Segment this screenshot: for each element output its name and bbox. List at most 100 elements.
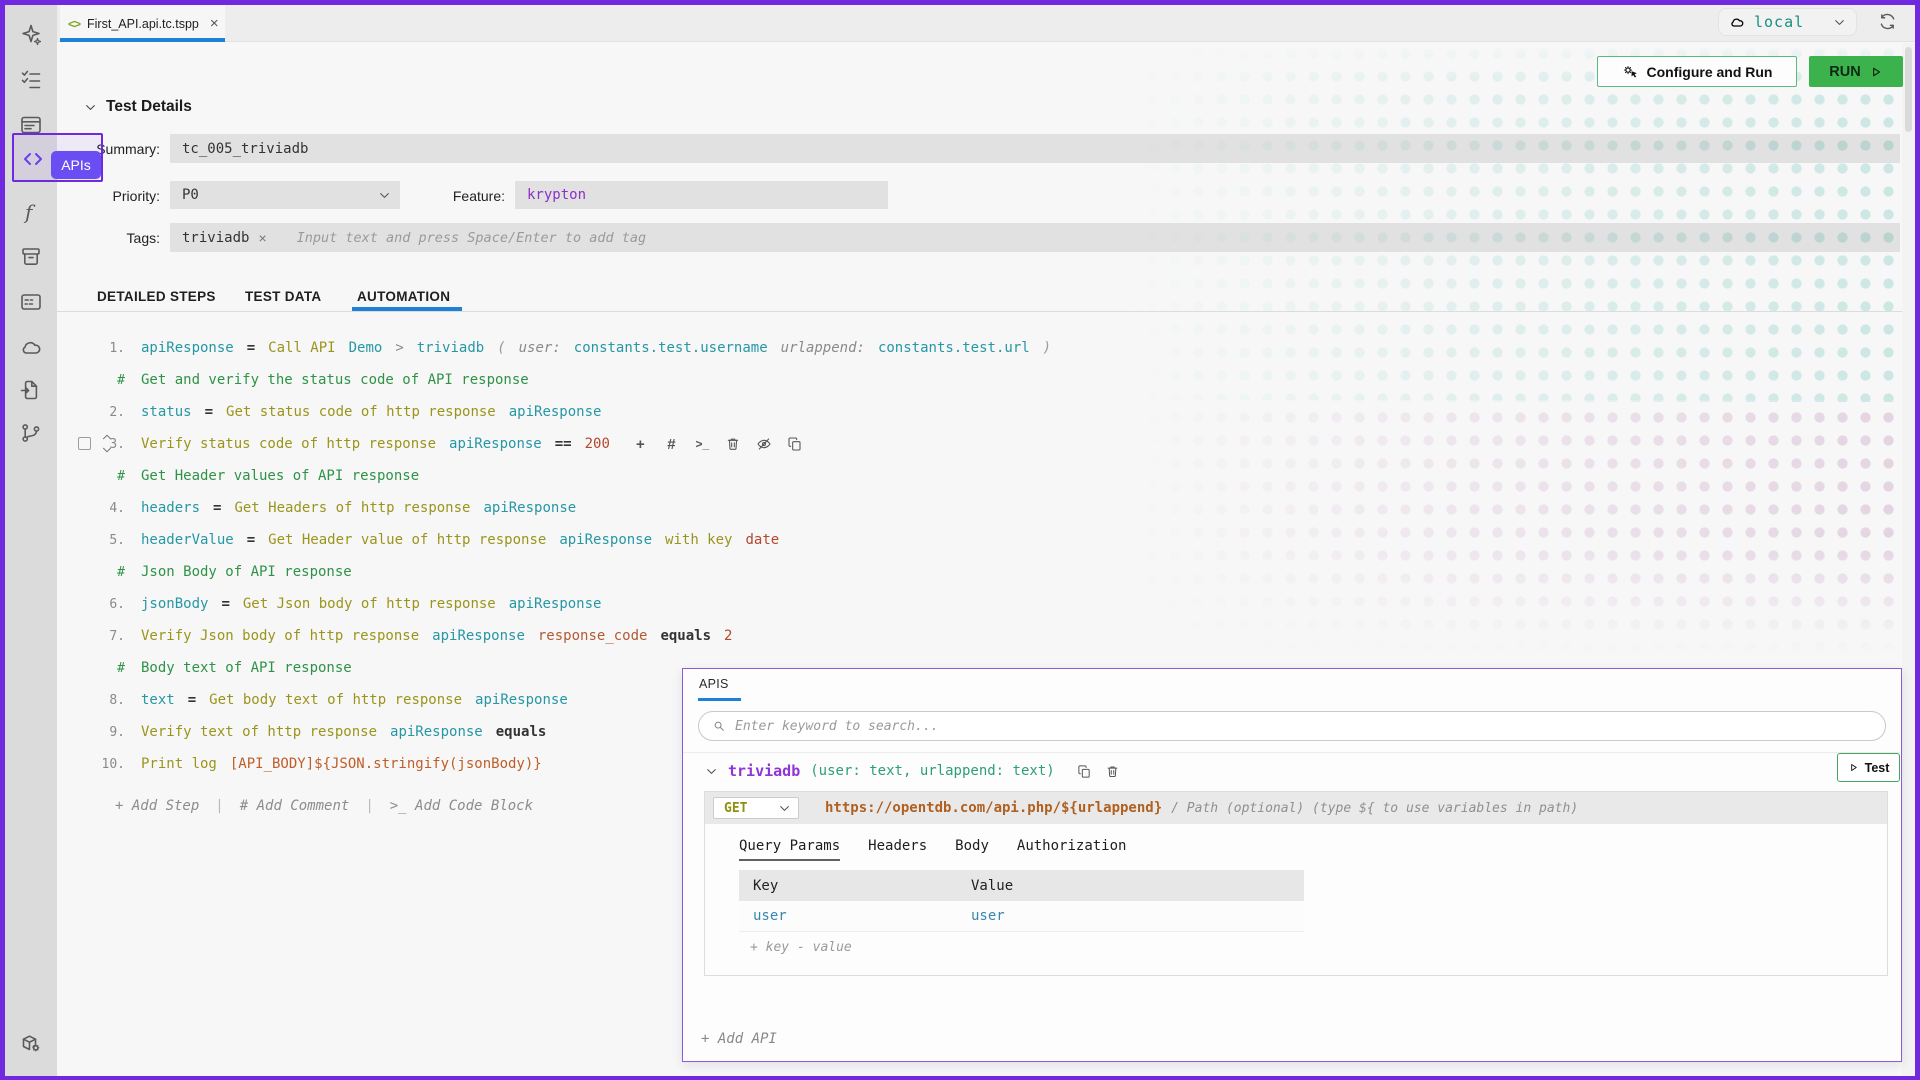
table-row[interactable]: user user [739, 901, 1304, 932]
code-token: Get status code of http response [226, 404, 496, 420]
code-token: Print log [141, 756, 217, 772]
checklist-icon[interactable] [19, 68, 43, 92]
chevron-down-icon [378, 189, 391, 202]
code-token: date [745, 532, 780, 548]
eye-off-icon[interactable] [756, 436, 773, 453]
apis-sidebar-highlight: APIs [12, 133, 103, 182]
function-icon[interactable]: f [19, 200, 43, 224]
tab-close-icon[interactable]: × [210, 16, 219, 31]
priority-label: Priority: [112, 188, 160, 204]
code-token: headers [141, 500, 201, 516]
code-token: apiResponse [141, 340, 234, 356]
step-row[interactable]: 5. headerValue = Get Header value of http r… [5, 524, 1900, 556]
summary-input[interactable]: tc_005_triviadb [170, 134, 1900, 163]
code-token: = [204, 404, 214, 420]
comment-row[interactable]: # Get Header values of API response [5, 460, 1900, 492]
plus-icon[interactable]: + [632, 436, 649, 453]
add-api-button[interactable]: + Add API [701, 1031, 777, 1047]
window-frame [1915, 0, 1920, 1080]
run-button[interactable]: RUN [1809, 56, 1903, 87]
tab-headers[interactable]: Headers [868, 838, 927, 861]
code-token: apiResponse [483, 500, 577, 516]
api-name: triviadb [728, 762, 801, 780]
add-key-value-button[interactable]: + key - value [750, 940, 852, 955]
api-search-input[interactable]: Enter keyword to search... [698, 711, 1886, 741]
terminal-icon[interactable]: >_ [694, 436, 711, 453]
step-row[interactable]: 1. apiResponse = Call API Demo > triviadb(user… [5, 332, 1900, 364]
code-token: Get Headers of http response [234, 500, 471, 516]
apis-panel-tab[interactable]: APIS [699, 677, 729, 691]
vertical-scrollbar[interactable] [1902, 43, 1915, 1076]
package-settings-icon[interactable] [19, 1031, 43, 1055]
configure-and-run-button[interactable]: Configure and Run [1597, 56, 1797, 87]
api-test-button[interactable]: Test [1837, 753, 1900, 782]
tab-detailed-steps[interactable]: DETAILED STEPS [97, 289, 216, 304]
tab-automation[interactable]: AUTOMATION [357, 289, 450, 304]
chevron-down-icon[interactable] [705, 765, 718, 778]
code-icon[interactable] [21, 147, 45, 171]
copy-icon[interactable] [1077, 764, 1092, 779]
configure-gear-icon [1622, 63, 1639, 80]
sparkle-icon[interactable] [19, 23, 43, 47]
api-url-value[interactable]: https://opentdb.com/api.php/${urlappend} [825, 800, 1162, 816]
tab-first-api-file[interactable]: <> First_API.api.tc.tspp × [60, 5, 225, 42]
priority-select[interactable]: P0 [170, 181, 400, 209]
step-checkbox[interactable] [78, 437, 91, 450]
code-token: constants.test.url [877, 340, 1030, 356]
api-item-header[interactable]: triviadb (user: text, urlappend: text) [705, 757, 1120, 785]
tag-chip: triviadb [182, 229, 250, 246]
tab-query-params[interactable]: Query Params [739, 838, 841, 861]
step-row[interactable]: 4. headers = Get Headers of http response ap… [5, 492, 1900, 524]
trash-icon[interactable] [725, 436, 742, 453]
code-token: Verify Json body of http response [141, 628, 420, 644]
reorder-chevrons[interactable] [101, 431, 113, 456]
app-window: f <> First_API.api.tc.tspp × local Confi… [0, 0, 1920, 1080]
api-url-bar: GET https://opentdb.com/api.php/${urlapp… [705, 792, 1887, 824]
comment-row[interactable]: # Json Body of API response [5, 556, 1900, 588]
code-token: apiResponse [390, 724, 483, 740]
step-row[interactable]: 6. jsonBody = Get Json body of http respons… [5, 588, 1900, 620]
comment-row[interactable]: # Get and verify the status code of API r… [5, 364, 1900, 396]
play-icon [1848, 762, 1859, 773]
form-card-icon[interactable] [19, 290, 43, 314]
scrollbar-thumb[interactable] [1905, 47, 1912, 132]
cloud-icon[interactable] [19, 335, 43, 359]
code-token: apiResponse [508, 596, 602, 612]
http-method-select[interactable]: GET [713, 797, 799, 819]
refresh-icon[interactable] [1877, 11, 1898, 32]
tab-authorization[interactable]: Authorization [1017, 838, 1127, 861]
code-token: urlappend: [780, 340, 865, 356]
hash-icon[interactable]: # [663, 436, 680, 453]
tab-test-data[interactable]: TEST DATA [245, 289, 321, 304]
code-token: status [141, 404, 192, 420]
code-token: ( [497, 340, 506, 356]
copy-icon[interactable] [787, 436, 804, 453]
tag-remove-icon[interactable]: × [258, 231, 266, 245]
step-row[interactable]: 3. Verify status code of http response api… [5, 428, 1900, 460]
param-value-cell[interactable]: user [957, 908, 1304, 924]
feature-input[interactable]: krypton [515, 181, 888, 209]
priority-value: P0 [182, 187, 199, 203]
param-key-cell[interactable]: user [739, 908, 957, 924]
add-bar-item[interactable]: >_ Add Code Block [390, 798, 533, 814]
tab-body[interactable]: Body [955, 838, 989, 861]
environment-selector[interactable]: local [1718, 8, 1857, 36]
code-token: apiResponse [508, 404, 602, 420]
test-details-header[interactable]: Test Details [84, 98, 192, 116]
svg-text:f: f [23, 200, 36, 224]
table-header-row: Key Value [739, 870, 1304, 901]
import-file-icon[interactable] [19, 378, 43, 402]
cloud-env-icon [1729, 14, 1745, 30]
apis-panel: APIS Enter keyword to search... triviadb… [682, 668, 1902, 1062]
add-bar-item[interactable]: + Add Step [115, 798, 199, 814]
apis-tooltip: APIs [51, 151, 101, 179]
trash-icon[interactable] [1105, 764, 1120, 779]
step-row[interactable]: 2. status = Get status code of http respons… [5, 396, 1900, 428]
add-bar-item[interactable]: # Add Comment [240, 798, 350, 814]
git-branch-icon[interactable] [19, 421, 43, 445]
code-token: > [395, 340, 404, 356]
active-view-tab-underline [352, 307, 462, 311]
step-row[interactable]: 7. Verify Json body of http response apiRe… [5, 620, 1900, 652]
archive-box-icon[interactable] [19, 245, 43, 269]
tags-input[interactable]: triviadb × Input text and press Space/En… [170, 223, 1900, 252]
